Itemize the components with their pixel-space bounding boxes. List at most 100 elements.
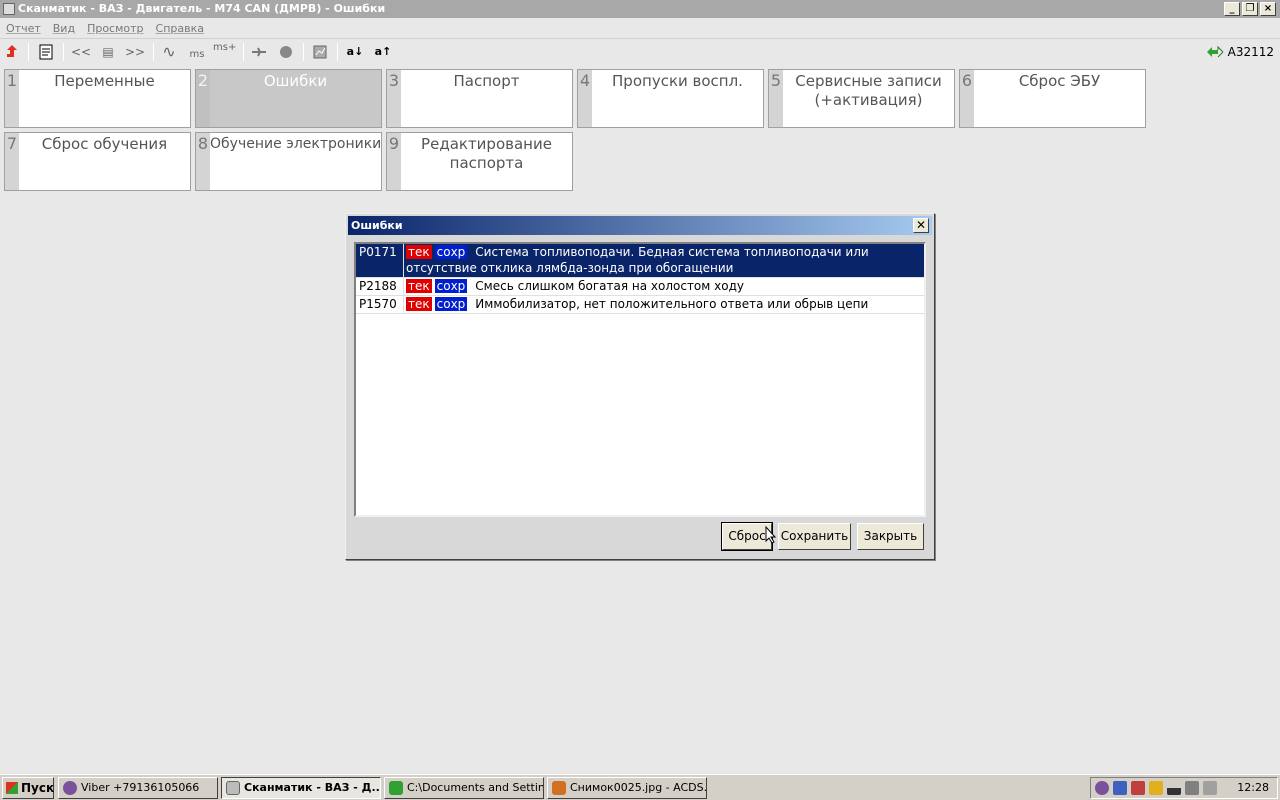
- task-label: Снимок0025.jpg - ACDS...: [570, 781, 707, 794]
- tile-errors[interactable]: 2 Ошибки: [195, 69, 382, 128]
- tile-label: Сервисные записи (+активация): [795, 72, 942, 109]
- tile-number: 3: [387, 70, 401, 127]
- tile-label: Сброс обучения: [41, 135, 168, 153]
- window-controls: _ ❐ ×: [1224, 2, 1276, 16]
- dialog-close-icon[interactable]: ✕: [913, 218, 929, 233]
- tile-passport[interactable]: 3 Паспорт: [386, 69, 573, 128]
- saved-badge: сохр: [434, 297, 468, 311]
- dialog-title: Ошибки: [351, 219, 403, 232]
- errors-dialog: Ошибки ✕ P0171 тек сохр Система топливопод…: [345, 213, 935, 560]
- menu-bar: Отчет Вид Просмотр Справка: [0, 18, 1280, 38]
- error-row[interactable]: P2188 тек сохр Смесь слишком богатая на хо…: [356, 278, 924, 296]
- viber-tray-icon[interactable]: [1095, 781, 1109, 795]
- plane-icon[interactable]: [250, 42, 268, 62]
- tile-number: 5: [769, 70, 783, 127]
- font-increase-button[interactable]: a↑: [373, 42, 393, 62]
- task-label: Сканматик - ВАЗ - Д...: [244, 781, 381, 794]
- tile-electronics-learning[interactable]: 8 Обучение электроники: [195, 132, 382, 191]
- error-description: Система топливоподачи. Бедная система то…: [406, 245, 869, 275]
- alert-tray-icon[interactable]: [1149, 781, 1163, 795]
- current-badge: тек: [406, 245, 432, 259]
- error-row[interactable]: P1570 тек сохр Иммобилизатор, нет положите…: [356, 296, 924, 314]
- exit-arrow-icon[interactable]: [4, 42, 20, 62]
- error-code: P0171: [356, 244, 404, 277]
- menu-view[interactable]: Вид: [53, 22, 75, 35]
- menu-report[interactable]: Отчет: [6, 22, 41, 35]
- monitor-tray-icon[interactable]: [1185, 781, 1199, 795]
- tile-label: Ошибки: [263, 72, 328, 90]
- security-tray-icon[interactable]: [1131, 781, 1145, 795]
- mouse-pointer-icon: [765, 526, 777, 544]
- close-window-button[interactable]: ×: [1260, 2, 1276, 16]
- device-id: A32112: [1227, 45, 1274, 59]
- connection-icon: [1206, 45, 1223, 58]
- tile-misfires[interactable]: 4 Пропуски воспл.: [577, 69, 764, 128]
- tile-number: 2: [196, 70, 210, 127]
- error-code: P1570: [356, 296, 404, 313]
- chart-icon[interactable]: [311, 42, 329, 62]
- tile-number: 6: [960, 70, 974, 127]
- windows-logo-icon: [6, 782, 18, 794]
- start-button[interactable]: Пуск: [2, 777, 54, 799]
- save-button[interactable]: Сохранить: [778, 523, 851, 550]
- viber-icon: [63, 781, 77, 795]
- close-button[interactable]: Закрыть: [857, 523, 924, 550]
- tile-number: 8: [196, 133, 210, 190]
- current-badge: тек: [406, 297, 432, 311]
- window-title: Сканматик - ВАЗ - Двигатель - M74 CAN (Д…: [18, 2, 386, 15]
- prev-button[interactable]: <<: [70, 42, 92, 62]
- next-button[interactable]: >>: [124, 42, 146, 62]
- tile-label: Переменные: [54, 72, 155, 90]
- error-code: P2188: [356, 278, 404, 295]
- system-tray: 12:28: [1090, 777, 1278, 799]
- tile-number: 7: [5, 133, 19, 190]
- wave-icon[interactable]: ∿: [160, 42, 178, 62]
- ms-plus-button[interactable]: ms+: [213, 42, 236, 62]
- font-decrease-button[interactable]: a↓: [345, 42, 365, 62]
- tile-number: 9: [387, 133, 401, 190]
- minimize-button[interactable]: _: [1224, 2, 1240, 16]
- tile-passport-edit[interactable]: 9 Редактирование паспорта: [386, 132, 573, 191]
- start-label: Пуск: [21, 781, 55, 795]
- app-icon[interactable]: [3, 3, 15, 15]
- ms-button[interactable]: ms: [186, 42, 208, 62]
- tile-label: Сброс ЭБУ: [1018, 72, 1101, 90]
- task-explorer[interactable]: C:\Documents and Settin...: [384, 777, 544, 799]
- scanmatik-icon: [226, 781, 240, 795]
- tile-label: Паспорт: [453, 72, 520, 90]
- signal-tray-icon[interactable]: [1167, 781, 1181, 795]
- task-viber[interactable]: Viber +79136105066: [58, 777, 218, 799]
- volume-tray-icon[interactable]: [1203, 781, 1217, 795]
- task-label: Viber +79136105066: [81, 781, 200, 794]
- acdsee-icon: [552, 781, 566, 795]
- task-scanmatik[interactable]: Сканматик - ВАЗ - Д...: [221, 777, 381, 799]
- tile-number: 1: [5, 70, 19, 127]
- network-tray-icon[interactable]: [1113, 781, 1127, 795]
- list-icon[interactable]: ▤: [99, 42, 117, 62]
- tile-label: Пропуски воспл.: [612, 72, 743, 90]
- dialog-title-bar: Ошибки ✕: [348, 216, 932, 235]
- task-label: C:\Documents and Settin...: [407, 781, 544, 794]
- tile-learning-reset[interactable]: 7 Сброс обучения: [4, 132, 191, 191]
- title-bar: Сканматик - ВАЗ - Двигатель - M74 CAN (Д…: [0, 0, 1280, 18]
- task-acdsee[interactable]: Снимок0025.jpg - ACDS...: [547, 777, 707, 799]
- menu-help[interactable]: Справка: [156, 22, 204, 35]
- saved-badge: сохр: [434, 245, 468, 259]
- folder-icon: [389, 781, 403, 795]
- error-row[interactable]: P0171 тек сохр Система топливоподачи. Бедн…: [356, 244, 924, 278]
- record-icon[interactable]: [277, 42, 295, 62]
- menu-browse[interactable]: Просмотр: [87, 22, 143, 35]
- taskbar: Пуск Viber +79136105066 Сканматик - ВАЗ …: [0, 774, 1280, 800]
- tile-number: 4: [578, 70, 592, 127]
- connection-status[interactable]: A32112: [1206, 42, 1274, 62]
- tile-variables[interactable]: 1 Переменные: [4, 69, 191, 128]
- tile-service-records[interactable]: 5 Сервисные записи (+активация): [768, 69, 955, 128]
- error-description: Смесь слишком богатая на холостом ходу: [475, 279, 744, 293]
- error-list[interactable]: P0171 тек сохр Система топливоподачи. Бедн…: [354, 242, 926, 517]
- restore-button[interactable]: ❐: [1242, 2, 1258, 16]
- tile-ecu-reset[interactable]: 6 Сброс ЭБУ: [959, 69, 1146, 128]
- report-icon[interactable]: [37, 42, 55, 62]
- current-badge: тек: [406, 279, 432, 293]
- clock: 12:28: [1237, 781, 1269, 794]
- toolbar: << ▤ >> ∿ ms ms+ a↓ a↑ A32112: [0, 38, 1280, 64]
